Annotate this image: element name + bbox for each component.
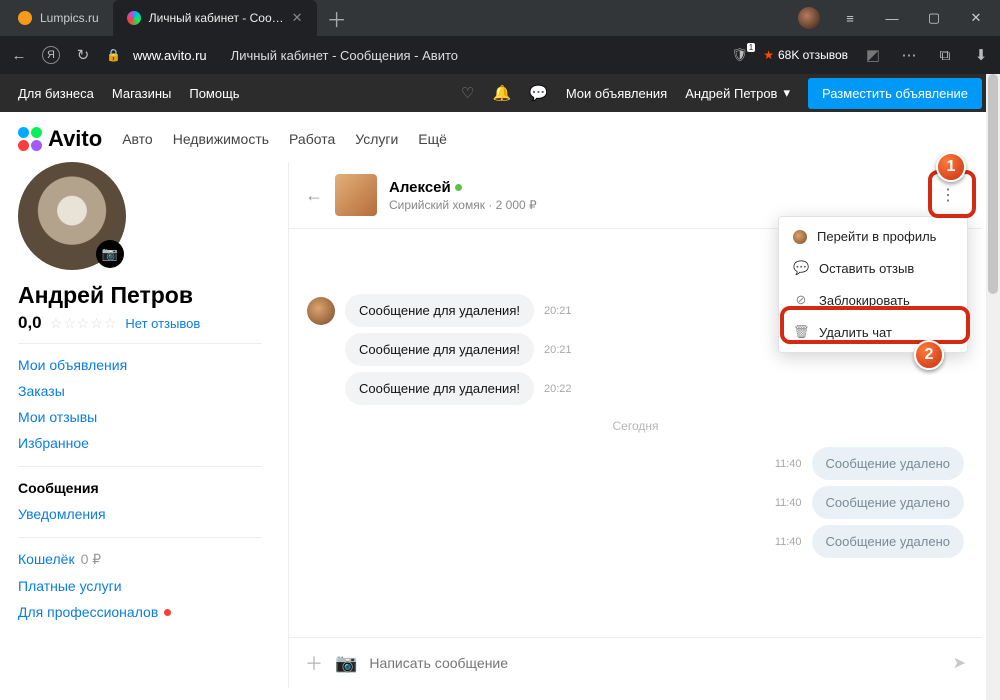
lock-icon[interactable]: 🔒 xyxy=(106,48,121,62)
chevron-down-icon: ▾ xyxy=(783,85,790,101)
shield-icon[interactable]: 🛡1 xyxy=(731,47,749,63)
tab-title: Lumpics.ru xyxy=(40,11,99,25)
message-row: 11:40 Сообщение удалено xyxy=(307,525,964,558)
sidebar-item-paid[interactable]: Платные услуги xyxy=(18,573,262,599)
favicon-icon xyxy=(127,11,141,25)
tab-title: Личный кабинет - Соо… xyxy=(149,11,284,25)
browser-chrome: Lumpics.ru Личный кабинет - Соо… ✕ ＋ ≡ ―… xyxy=(0,0,1000,74)
scrollbar[interactable] xyxy=(986,74,1000,700)
new-tab-button[interactable]: ＋ xyxy=(317,4,357,33)
favicon-icon xyxy=(18,11,32,25)
sidebar-item-my-reviews[interactable]: Мои отзывы xyxy=(18,404,262,430)
sidebar-item-messages[interactable]: Сообщения xyxy=(18,475,262,501)
back-icon[interactable]: ← xyxy=(305,185,323,206)
online-dot-icon xyxy=(455,184,462,191)
cat-services[interactable]: Услуги xyxy=(355,131,398,147)
window-controls: ≡ ― ▢ ✕ xyxy=(798,4,996,32)
downloads-icon[interactable]: ⬇ xyxy=(970,46,992,64)
camera-icon[interactable]: 📷 xyxy=(335,653,357,674)
annotation-box-2 xyxy=(780,306,970,344)
cat-job[interactable]: Работа xyxy=(289,131,335,147)
site-topbar: Для бизнеса Магазины Помощь ♡ 🔔 💬 Мои об… xyxy=(0,74,1000,112)
sidebar-icon[interactable]: ⧉ xyxy=(934,47,956,64)
attach-icon[interactable]: ＋ xyxy=(305,650,323,676)
page-title: Личный кабинет - Сообщения - Авито xyxy=(231,48,458,63)
message-row: Сообщение для удаления! 20:22 xyxy=(307,372,964,405)
close-button[interactable]: ✕ xyxy=(956,4,996,32)
profile-sidebar: 📷 Андрей Петров 0,0 ☆☆☆☆☆ Нет отзывов Мо… xyxy=(18,162,278,688)
sidebar-item-favorites[interactable]: Избранное xyxy=(18,430,262,456)
cat-auto[interactable]: Авто xyxy=(122,131,153,147)
menu-icon[interactable]: ≡ xyxy=(830,4,870,32)
minimize-button[interactable]: ― xyxy=(872,4,912,32)
dropdown-item-profile[interactable]: Перейти в профиль xyxy=(779,221,967,252)
chat-subject[interactable]: Сирийский хомяк · 2 000 ₽ xyxy=(389,198,537,212)
sidebar-item-orders[interactable]: Заказы xyxy=(18,378,262,404)
reviews-extension[interactable]: ★68K отзывов xyxy=(763,48,848,62)
extensions-icon[interactable]: ⋯ xyxy=(898,46,920,64)
post-ad-button[interactable]: Разместить объявление xyxy=(808,78,982,109)
chat-icon[interactable]: 💬 xyxy=(529,84,548,102)
topbar-link-shops[interactable]: Магазины xyxy=(112,86,172,101)
profile-rating: 0,0 ☆☆☆☆☆ Нет отзывов xyxy=(18,313,262,333)
chat-peer-name[interactable]: Алексей xyxy=(389,179,537,196)
site-viewport: Для бизнеса Магазины Помощь ♡ 🔔 💬 Мои об… xyxy=(0,74,1000,700)
compose-bar: ＋ 📷 ➤ xyxy=(289,637,982,688)
topbar-link-help[interactable]: Помощь xyxy=(189,86,239,101)
maximize-button[interactable]: ▢ xyxy=(914,4,954,32)
send-button[interactable]: ➤ xyxy=(953,653,966,673)
sidebar-item-notifications[interactable]: Уведомления xyxy=(18,501,262,527)
peer-avatar-small xyxy=(307,297,335,325)
profile-name: Андрей Петров xyxy=(18,282,262,309)
no-reviews-link[interactable]: Нет отзывов xyxy=(125,316,200,331)
profile-avatar-icon[interactable] xyxy=(798,7,820,29)
avito-logo[interactable]: Avito xyxy=(18,126,102,152)
tab-avito[interactable]: Личный кабинет - Соо… ✕ xyxy=(113,0,317,36)
tab-lumpics[interactable]: Lumpics.ru xyxy=(4,0,113,36)
annotation-marker-1: 1 xyxy=(936,152,966,182)
date-separator: Сегодня xyxy=(307,419,964,433)
message-row: 11:40 Сообщение удалено xyxy=(307,447,964,480)
close-icon[interactable]: ✕ xyxy=(292,10,303,26)
yandex-icon[interactable]: Я xyxy=(42,46,60,64)
message-row: 11:40 Сообщение удалено xyxy=(307,486,964,519)
url-text[interactable]: www.avito.ru xyxy=(133,48,207,63)
topbar-user-menu[interactable]: Андрей Петров▾ xyxy=(685,85,790,101)
sidebar-item-wallet[interactable]: Кошелёк0 ₽ xyxy=(18,546,262,573)
address-bar: ← Я ↻ 🔒 www.avito.ru Личный кабинет - Со… xyxy=(0,36,1000,74)
back-button[interactable]: ← xyxy=(8,47,30,64)
sidebar-item-my-ads[interactable]: Мои объявления xyxy=(18,352,262,378)
peer-avatar[interactable] xyxy=(335,174,377,216)
profile-avatar[interactable]: 📷 xyxy=(18,162,126,270)
heart-icon[interactable]: ♡ xyxy=(461,84,474,102)
chat-bubble-icon: 💬 xyxy=(793,260,809,276)
bell-icon[interactable]: 🔔 xyxy=(492,84,511,102)
stars-icon: ☆☆☆☆☆ xyxy=(50,315,118,332)
compose-input[interactable] xyxy=(369,655,940,671)
bookmark-icon[interactable]: ◩ xyxy=(862,46,884,64)
cat-more[interactable]: Ещё xyxy=(418,131,447,147)
sidebar-item-pro[interactable]: Для профессионалов xyxy=(18,599,262,625)
profile-icon xyxy=(793,230,807,244)
chat-pane: ← Алексей Сирийский хомяк · 2 000 ₽ ⋮ 19… xyxy=(288,162,982,688)
topbar-link-business[interactable]: Для бизнеса xyxy=(18,86,94,101)
reload-button[interactable]: ↻ xyxy=(72,46,94,64)
dropdown-item-review[interactable]: 💬Оставить отзыв xyxy=(779,252,967,284)
camera-icon[interactable]: 📷 xyxy=(96,240,124,268)
logo-icon xyxy=(18,127,42,151)
dot-icon xyxy=(164,609,171,616)
topbar-my-ads[interactable]: Мои объявления xyxy=(566,86,667,101)
cat-realty[interactable]: Недвижимость xyxy=(173,131,269,147)
category-bar: Avito Авто Недвижимость Работа Услуги Ещ… xyxy=(0,112,1000,162)
annotation-marker-2: 2 xyxy=(914,340,944,370)
tab-strip: Lumpics.ru Личный кабинет - Соо… ✕ ＋ ≡ ―… xyxy=(0,0,1000,36)
